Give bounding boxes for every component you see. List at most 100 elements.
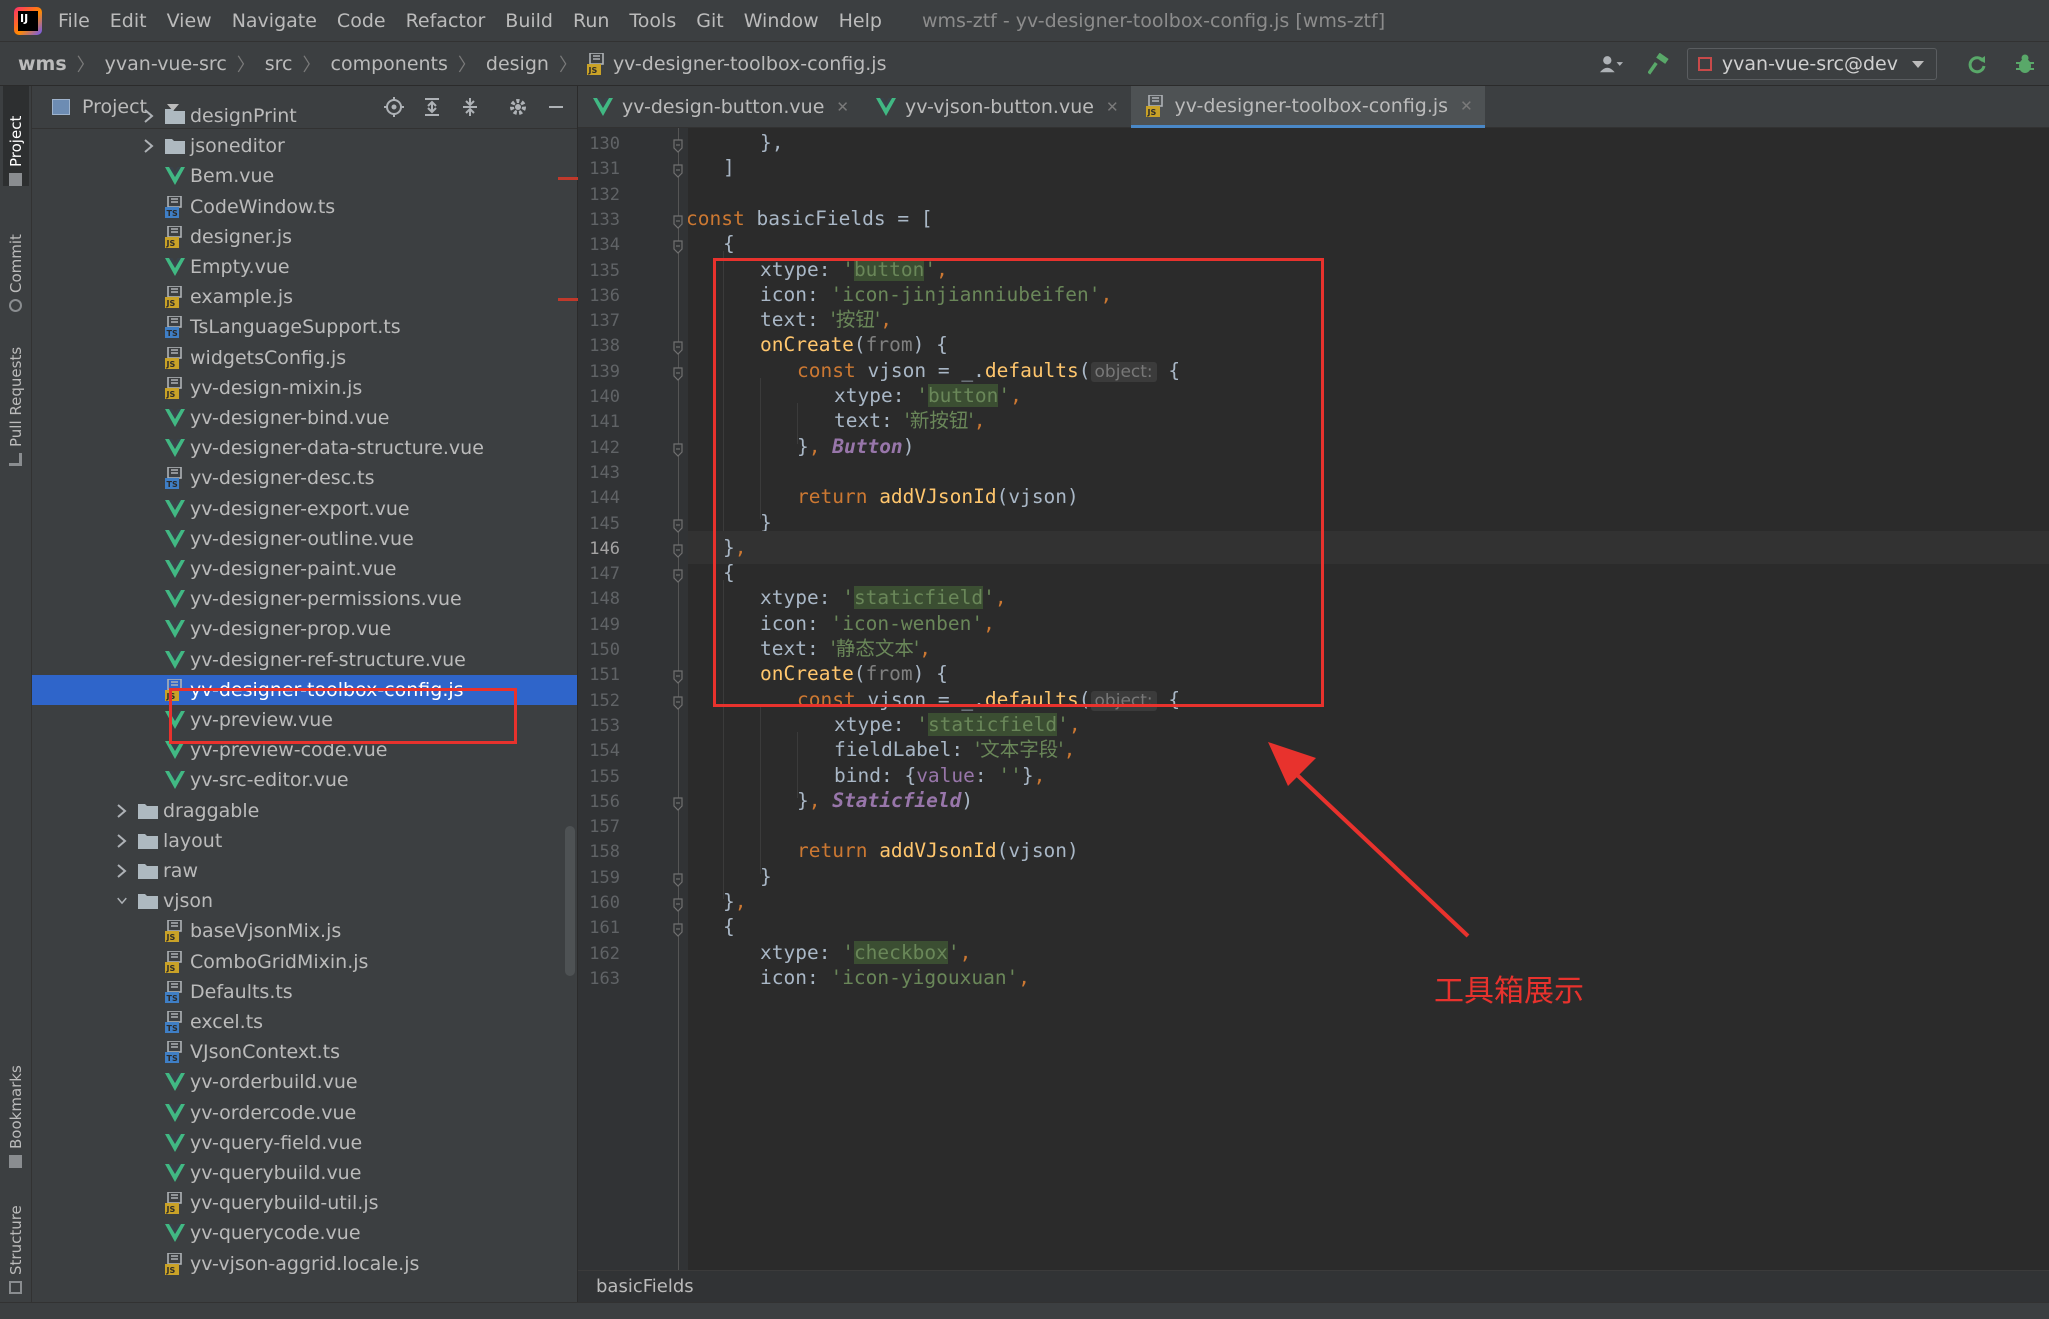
tree-folder[interactable]: layout [32,826,577,856]
tree-file[interactable]: JS yv-design-mixin.js [32,373,577,403]
tree-file[interactable]: yv-designer-paint.vue [32,554,577,584]
close-icon[interactable]: ✕ [1106,98,1119,116]
fold-marker-icon[interactable] [673,695,683,710]
fold-marker-icon[interactable] [673,138,683,153]
menu-code[interactable]: Code [337,10,386,32]
tool-tab-commit[interactable]: Commit [3,202,29,312]
tree-file[interactable]: TS Defaults.ts [32,977,577,1007]
tree-file[interactable]: Bem.vue [32,161,577,191]
editor-tab[interactable]: yv-design-button.vue ✕ [578,86,861,128]
fold-marker-icon[interactable] [673,568,683,583]
tree-file[interactable]: yv-orderbuild.vue [32,1067,577,1097]
breadcrumb-item[interactable]: wms [18,53,67,75]
tree-file[interactable]: TS CodeWindow.ts [32,192,577,222]
breadcrumb-item[interactable]: design [486,53,549,75]
tree-file[interactable]: TS excel.ts [32,1007,577,1037]
svg-text:JS: JS [587,66,597,75]
fold-marker-icon[interactable] [673,518,683,533]
menu-run[interactable]: Run [573,10,609,32]
chevron-right-icon[interactable] [117,803,127,819]
tree-folder[interactable]: vjson [32,886,577,916]
chevron-right-icon[interactable] [144,138,154,154]
tree-file[interactable]: JS example.js [32,282,577,312]
tree-folder[interactable]: raw [32,856,577,886]
tool-tab-structure[interactable]: Structure [3,1186,29,1294]
menu-refactor[interactable]: Refactor [406,10,486,32]
fold-marker-icon[interactable] [673,340,683,356]
breadcrumb-item[interactable]: src [265,53,293,75]
run-configuration-select[interactable]: yvan-vue-src@dev [1686,48,1937,80]
chevron-right-icon[interactable] [117,833,127,849]
menu-window[interactable]: Window [744,10,819,32]
fold-marker-icon[interactable] [673,442,683,457]
breadcrumb-item[interactable]: yv-designer-toolbox-config.js [613,53,887,75]
line-number: 153 [589,715,620,736]
rerun-icon[interactable] [1965,52,1989,76]
tree-file[interactable]: JS baseVjsonMix.js [32,916,577,946]
breadcrumb-item[interactable]: yvan-vue-src [105,53,227,75]
chevron-right-icon[interactable] [117,863,127,879]
fold-marker-icon[interactable] [673,669,683,685]
tree-file[interactable]: yv-designer-data-structure.vue [32,433,577,463]
tool-tab-project[interactable]: Project [3,86,29,186]
tree-file[interactable]: JS designer.js [32,222,577,252]
tree-file[interactable]: Empty.vue [32,252,577,282]
tree-folder[interactable]: jsoneditor [32,131,577,161]
tree-file[interactable]: yv-designer-outline.vue [32,524,577,554]
build-hammer-icon[interactable] [1647,52,1671,76]
tree-folder[interactable]: designPrint [32,101,577,131]
menu-help[interactable]: Help [839,10,882,32]
tree-file[interactable]: JS yv-vjson-aggrid.locale.js [32,1249,577,1279]
fold-marker-icon[interactable] [673,214,683,229]
tree-file[interactable]: yv-designer-bind.vue [32,403,577,433]
tree-file[interactable]: yv-designer-export.vue [32,494,577,524]
menu-git[interactable]: Git [696,10,723,32]
menu-file[interactable]: File [58,10,90,32]
tree-file[interactable]: TS TsLanguageSupport.ts [32,312,577,342]
tree-file[interactable]: yv-designer-prop.vue [32,614,577,644]
breadcrumb-item[interactable]: components [331,53,448,75]
tree-folder[interactable]: draggable [32,796,577,826]
menu-edit[interactable]: Edit [110,10,147,32]
editor-breadcrumb-item[interactable]: basicFields [596,1276,694,1297]
close-icon[interactable]: ✕ [1460,97,1473,115]
user-icon[interactable] [1599,52,1623,76]
menu-navigate[interactable]: Navigate [232,10,317,32]
tree-file[interactable]: JS widgetsConfig.js [32,343,577,373]
tree-file[interactable]: yv-designer-permissions.vue [32,584,577,614]
menu-view[interactable]: View [167,10,212,32]
fold-marker-icon[interactable] [673,163,683,179]
chevron-right-icon[interactable] [144,108,154,124]
tree-file[interactable]: yv-querybuild.vue [32,1158,577,1188]
fold-marker-icon[interactable] [673,922,683,938]
tree-file[interactable]: yv-query-field.vue [32,1128,577,1158]
editor-tab[interactable]: yv-vjson-button.vue ✕ [861,86,1131,128]
fold-marker-icon[interactable] [673,796,683,811]
editor-tab[interactable]: JS yv-designer-toolbox-config.js ✕ [1130,86,1485,128]
tree-file[interactable]: JS yv-querybuild-util.js [32,1188,577,1218]
tree-file[interactable]: TS VJsonContext.ts [32,1037,577,1067]
folder-icon [9,173,23,186]
tree-file[interactable]: yv-designer-ref-structure.vue [32,645,577,675]
fold-marker-icon[interactable] [673,543,683,558]
fold-marker-icon[interactable] [673,872,683,887]
fold-marker-icon[interactable] [673,897,683,912]
fold-marker-icon[interactable] [673,239,683,255]
tree-file[interactable]: yv-ordercode.vue [32,1098,577,1128]
tool-tab-bookmarks[interactable]: Bookmarks [3,1046,29,1168]
tree-file[interactable]: JS ComboGridMixin.js [32,947,577,977]
close-icon[interactable]: ✕ [836,98,849,116]
editor-tab-bar: yv-design-button.vue ✕ yv-vjson-button.vue… [578,86,2049,128]
js-file-icon: JS [164,376,186,399]
menu-tools[interactable]: Tools [629,10,676,32]
menu-build[interactable]: Build [505,10,553,32]
fold-marker-icon[interactable] [673,366,683,381]
debug-bug-icon[interactable] [2013,52,2037,76]
tree-file[interactable]: TS yv-designer-desc.ts [32,463,577,493]
project-tree-scrollbar[interactable] [565,826,575,976]
chevron-down-icon[interactable] [117,893,127,909]
tree-file[interactable]: yv-querycode.vue [32,1218,577,1248]
intellij-logo-icon[interactable]: IJ [14,6,42,35]
tool-tab-pull-requests[interactable]: Pull Requests [3,326,29,466]
tree-file[interactable]: yv-src-editor.vue [32,765,577,795]
